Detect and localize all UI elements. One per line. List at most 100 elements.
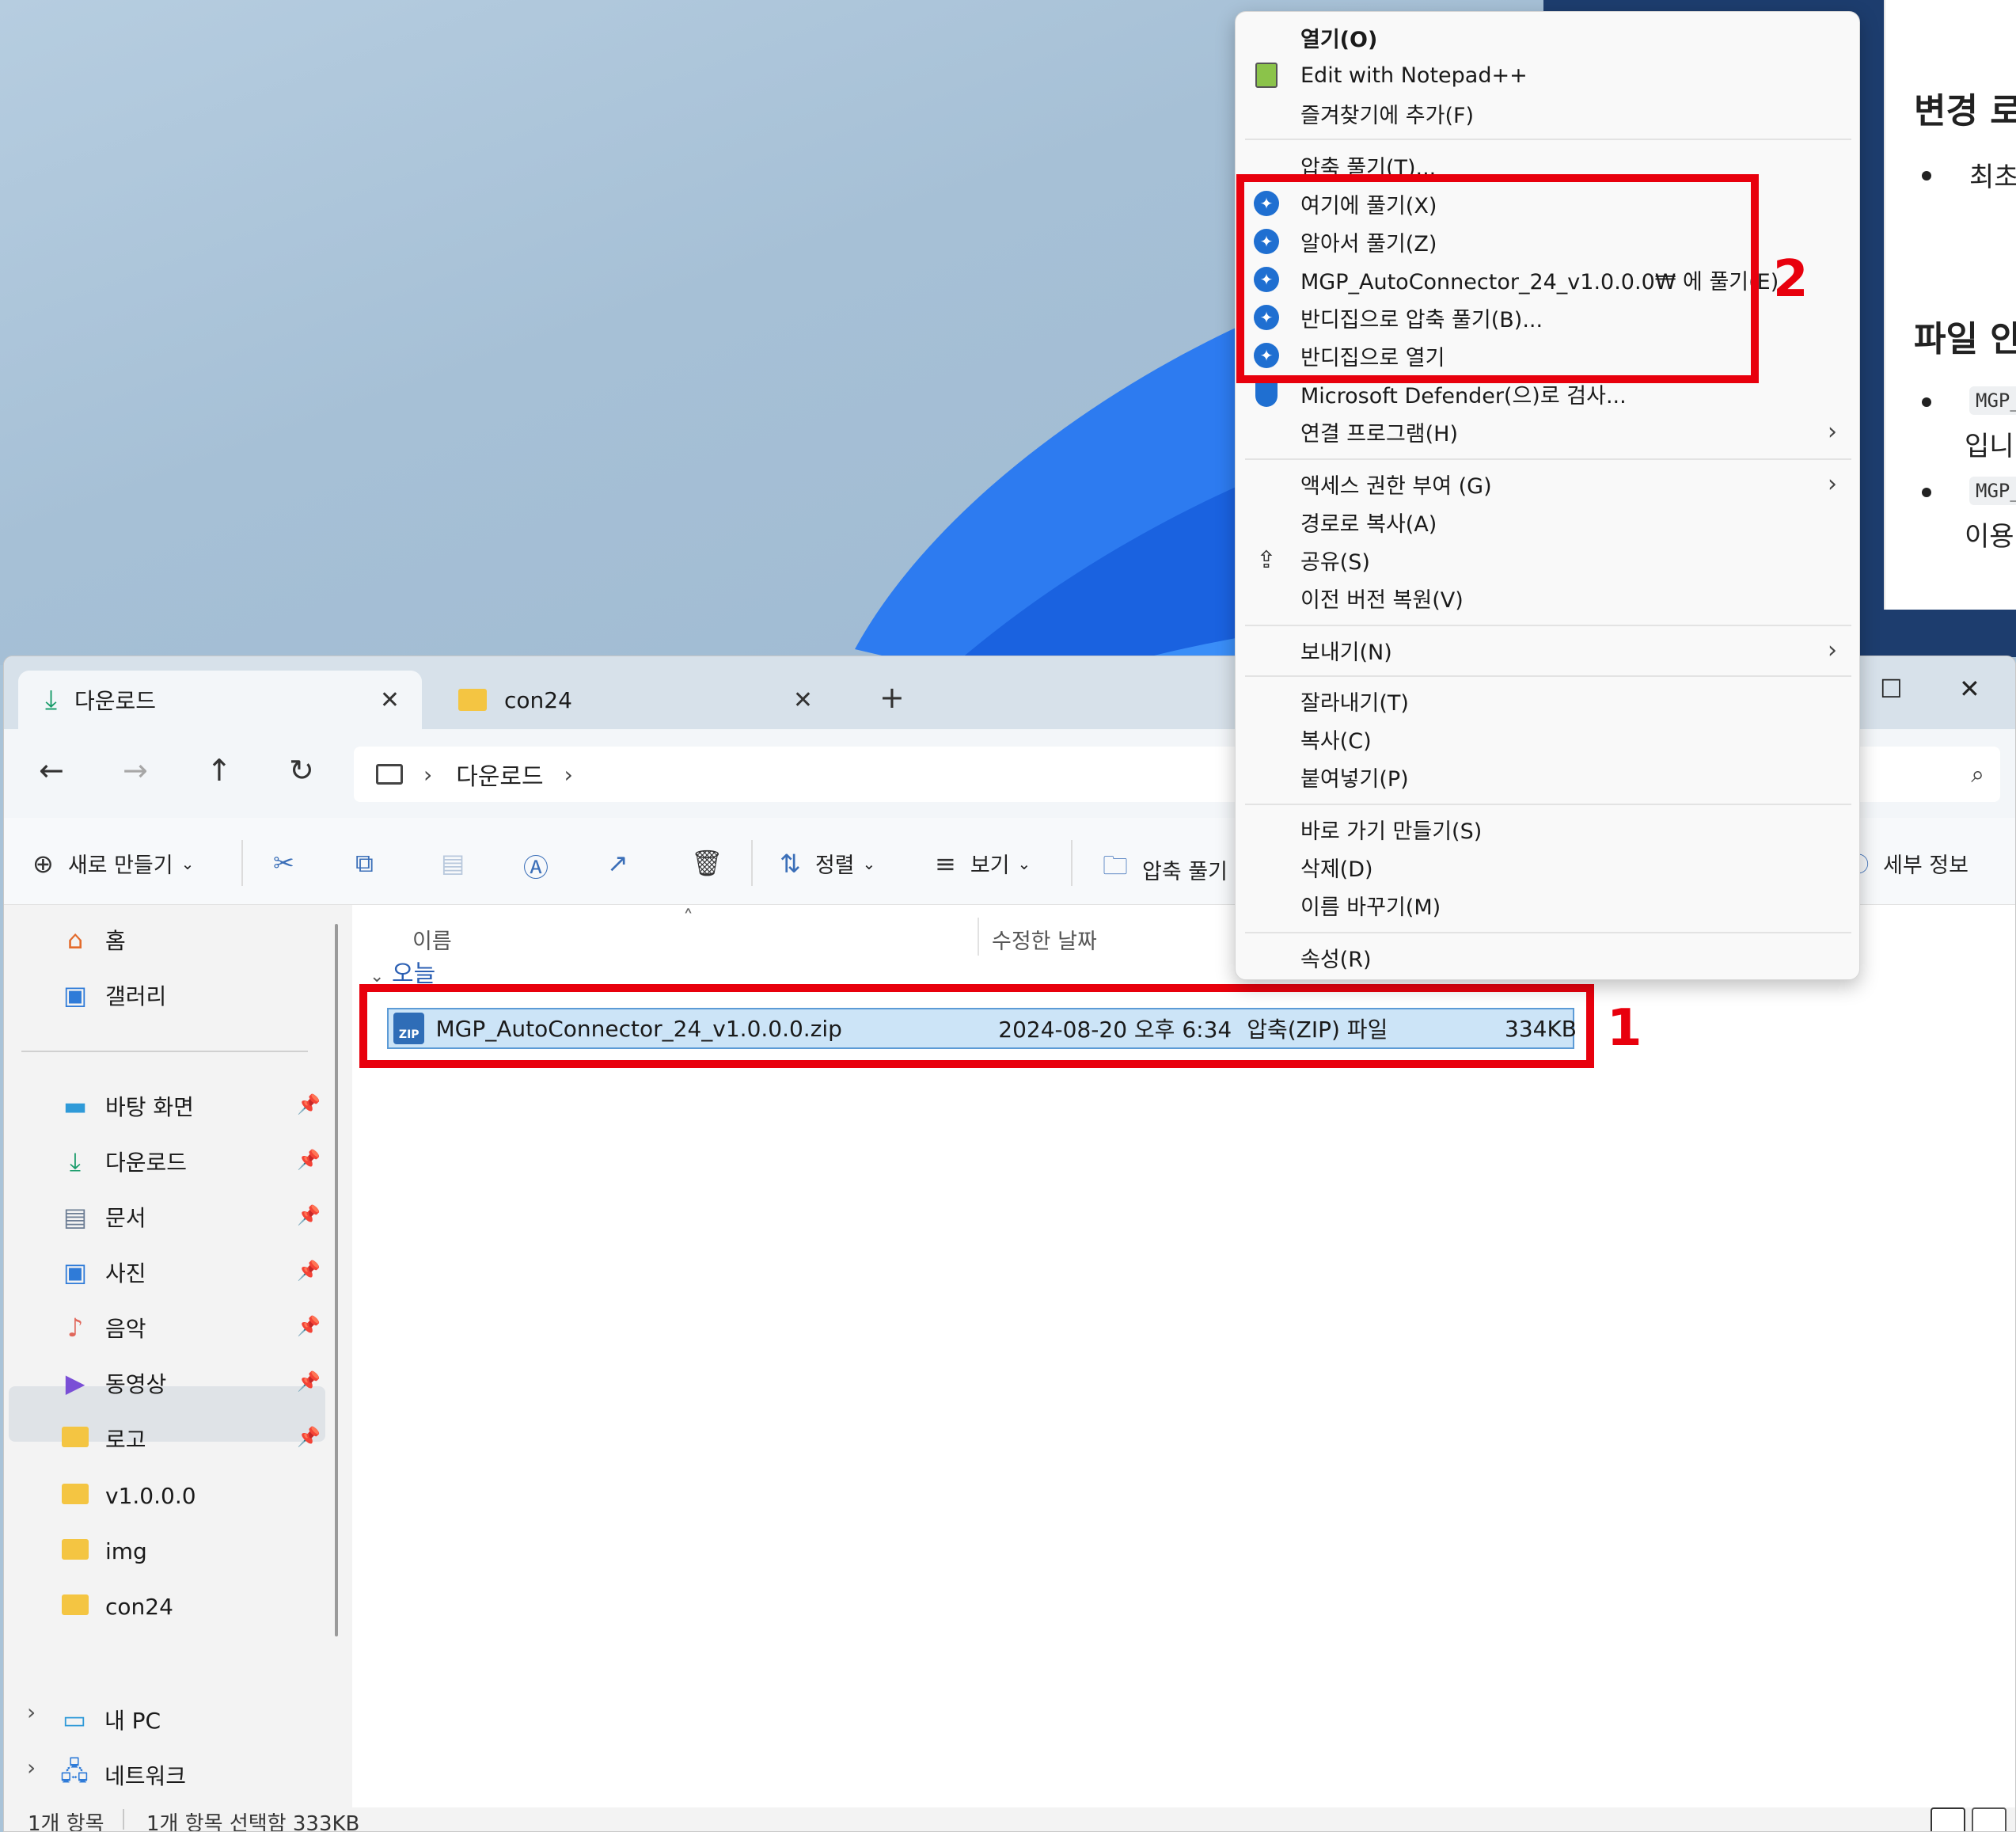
copy-button[interactable]: ⧉: [355, 848, 388, 879]
menu-item-send-to[interactable]: 보내기(N) ›: [1236, 631, 1859, 669]
close-icon[interactable]: ✕: [793, 686, 813, 714]
delete-button[interactable]: 🗑: [691, 848, 738, 878]
sidebar-item-home[interactable]: ⌂ 홈: [59, 916, 126, 964]
sidebar-item-label: 바탕 화면: [105, 1094, 194, 1120]
menu-item-share[interactable]: ⇪ 공유(S): [1236, 541, 1859, 579]
rename-button[interactable]: Ⓐ: [523, 848, 563, 884]
pin-icon[interactable]: 📌: [297, 1204, 321, 1226]
menu-item-copy-path[interactable]: 경로로 복사(A): [1236, 503, 1859, 541]
status-bar: 1개 항목 1개 항목 선택함 333KB: [4, 1807, 2015, 1831]
menu-item-delete[interactable]: 삭제(D): [1236, 848, 1859, 886]
bullet-dot: [1922, 397, 1931, 407]
chevron-right-icon[interactable]: ›: [27, 1754, 36, 1781]
sidebar-item-label: 갤러리: [105, 983, 167, 1009]
menu-divider: [1245, 932, 1851, 933]
menu-item-rename[interactable]: 이름 바꾸기(M): [1236, 886, 1859, 924]
cut-button[interactable]: ✂: [273, 848, 309, 878]
new-button[interactable]: ⊕ 새로 만들기 ⌄: [32, 848, 194, 879]
share-button[interactable]: ↗: [607, 848, 643, 878]
menu-item-cut[interactable]: 잘라내기(T): [1236, 682, 1859, 720]
menu-item-add-favorites[interactable]: 즐겨찾기에 추가(F): [1236, 94, 1859, 132]
sidebar-item-v1000[interactable]: v1.0.0.0: [59, 1472, 196, 1519]
menu-item-give-access[interactable]: 액세스 권한 부여 (G) ›: [1236, 465, 1859, 503]
sidebar-item-label: 네트워크: [104, 1763, 187, 1789]
new-tab-button[interactable]: +: [879, 680, 905, 715]
chevron-right-icon: ›: [1828, 417, 1837, 446]
sidebar-item-label: 내 PC: [104, 1708, 161, 1734]
tab-con24[interactable]: con24 ✕: [431, 671, 835, 729]
list-icon: ≡: [935, 848, 956, 879]
refresh-icon[interactable]: ↻: [289, 753, 314, 788]
trash-icon: 🗑: [691, 848, 723, 878]
pin-icon[interactable]: 📌: [297, 1149, 321, 1171]
sidebar-item-music[interactable]: ♪ 음악: [59, 1304, 146, 1351]
menu-item-label: 붙여넣기(P): [1300, 766, 1409, 792]
chevron-right-icon: ›: [1828, 636, 1837, 664]
column-header-name[interactable]: 이름: [412, 924, 452, 955]
menu-item-copy[interactable]: 복사(C): [1236, 720, 1859, 758]
details-button[interactable]: ⓘ 세부 정보: [1848, 848, 1969, 879]
menu-item-paste[interactable]: 붙여넣기(P): [1236, 758, 1859, 796]
column-divider[interactable]: [978, 918, 979, 956]
menu-item-label: 열기(O): [1300, 27, 1378, 52]
breadcrumb-downloads[interactable]: 다운로드: [456, 757, 543, 792]
menu-item-restore-versions[interactable]: 이전 버전 복원(V): [1236, 579, 1859, 617]
back-arrow-icon[interactable]: ←: [39, 753, 64, 788]
menu-item-properties[interactable]: 속성(R): [1236, 938, 1859, 976]
pin-icon[interactable]: 📌: [297, 1370, 321, 1393]
sidebar-item-this-pc[interactable]: ▭ 내 PC: [59, 1696, 161, 1743]
extract-button[interactable]: 🗀 압축 풀기: [1103, 848, 1228, 891]
sidebar-item-img[interactable]: img: [59, 1527, 147, 1575]
context-menu: 열기(O) Edit with Notepad++ 즐겨찾기에 추가(F) 압축…: [1235, 11, 1860, 980]
forward-arrow-icon[interactable]: →: [123, 753, 148, 788]
sidebar-item-gallery[interactable]: ▣ 갤러리: [59, 971, 166, 1019]
sidebar-item-desktop[interactable]: ▬ 바탕 화면: [59, 1082, 194, 1130]
menu-divider: [1245, 139, 1851, 140]
view-button[interactable]: ≡ 보기 ⌄: [935, 848, 1031, 879]
download-icon: ⤓: [69, 1146, 82, 1176]
sidebar-item-logo[interactable]: 로고: [59, 1415, 146, 1462]
tiles-view-icon[interactable]: [1972, 1807, 2007, 1831]
sort-button[interactable]: ⇅ 정렬 ⌄: [780, 848, 875, 879]
sidebar-item-documents[interactable]: ▤ 문서: [59, 1193, 146, 1241]
chevron-right-icon[interactable]: ›: [27, 1699, 36, 1725]
sidebar-item-network[interactable]: 🖧 네트워크: [59, 1751, 186, 1799]
sidebar-item-con24[interactable]: con24: [59, 1583, 173, 1630]
pin-icon[interactable]: 📌: [297, 1315, 321, 1337]
sidebar-scrollbar[interactable]: [335, 924, 338, 1636]
divider: [241, 840, 243, 886]
menu-item-edit-notepad[interactable]: Edit with Notepad++: [1236, 56, 1859, 94]
doc-text: 최초: [1969, 162, 2016, 193]
bullet-dot: [1922, 488, 1931, 497]
extract-label: 압축 풀기: [1142, 859, 1228, 884]
menu-divider: [1245, 804, 1851, 805]
menu-item-label: 이름 바꾸기(M): [1300, 895, 1441, 920]
tab-downloads[interactable]: ⤓ 다운로드 ✕: [18, 671, 422, 729]
close-icon[interactable]: ✕: [380, 686, 400, 714]
sidebar-item-videos[interactable]: ▶ 동영상: [59, 1359, 167, 1407]
column-header-modified[interactable]: 수정한 날짜: [992, 924, 1097, 955]
maximize-icon[interactable]: ☐: [1880, 674, 1903, 704]
divider: [123, 1809, 124, 1830]
menu-item-open[interactable]: 열기(O): [1236, 18, 1859, 56]
pin-icon[interactable]: 📌: [297, 1426, 321, 1448]
up-arrow-icon[interactable]: ↑: [207, 753, 232, 788]
menu-item-create-shortcut[interactable]: 바로 가기 만들기(S): [1236, 810, 1859, 848]
details-view-icon[interactable]: [1931, 1807, 1965, 1831]
sidebar-item-pictures[interactable]: ▣ 사진: [59, 1249, 146, 1296]
pin-icon[interactable]: 📌: [297, 1093, 321, 1116]
sidebar-item-label: 사진: [105, 1260, 146, 1287]
menu-item-label: 공유(S): [1300, 549, 1370, 575]
sidebar-item-downloads[interactable]: ⤓ 다운로드: [59, 1138, 187, 1185]
chevron-right-icon[interactable]: ›: [564, 762, 573, 788]
annotation-label-2: 2: [1773, 250, 1809, 309]
close-window-icon[interactable]: ✕: [1959, 674, 1980, 704]
pc-icon: [376, 764, 403, 785]
doc-code-chip: MGP_: [1969, 386, 2016, 415]
menu-item-open-with[interactable]: 연결 프로그램(H) ›: [1236, 412, 1859, 450]
pin-icon[interactable]: 📌: [297, 1260, 321, 1282]
doc-text: 이용: [1965, 521, 2014, 553]
tab-label: 다운로드: [74, 688, 157, 714]
paste-button[interactable]: ▤: [441, 848, 479, 878]
search-icon[interactable]: ⌕: [1971, 761, 1984, 789]
